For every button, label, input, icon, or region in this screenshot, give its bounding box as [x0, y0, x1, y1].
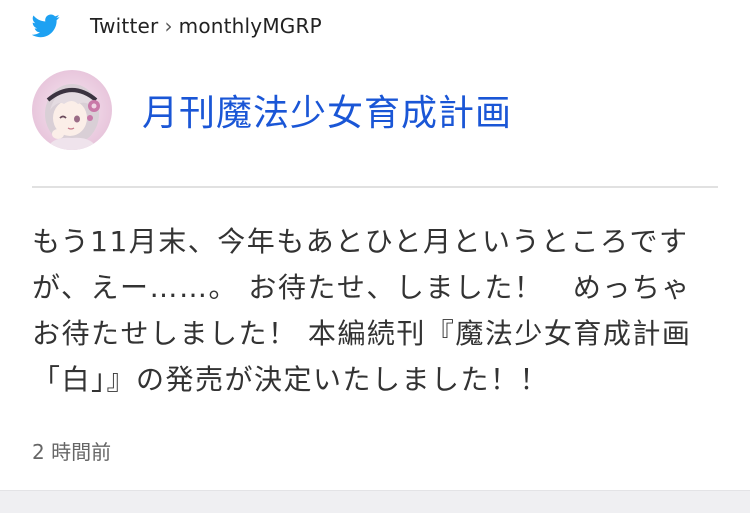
source-breadcrumb[interactable]: Twitter › monthlyMGRP	[31, 8, 322, 44]
account-name-link[interactable]: 月刊魔法少女育成計画	[142, 84, 512, 136]
source-network: Twitter	[90, 14, 159, 38]
source-label: Twitter › monthlyMGRP	[90, 14, 322, 38]
avatar[interactable]	[32, 70, 112, 150]
tweet-text: もう11月末、今年もあとひと月というところですが、えー……。 お待たせ、しました…	[32, 225, 692, 396]
source-handle: monthlyMGRP	[178, 14, 322, 38]
tweet-timestamp: 2 時間前	[32, 440, 112, 464]
tweet-card: Twitter › monthlyMGRP 月刊魔法少女育成計画 もう11月末、…	[0, 0, 750, 490]
twitter-bird-icon	[31, 14, 60, 38]
divider	[32, 186, 718, 188]
bottom-separator-band	[0, 490, 750, 513]
breadcrumb-separator: ›	[164, 14, 173, 38]
profile-header: 月刊魔法少女育成計画	[32, 70, 512, 150]
